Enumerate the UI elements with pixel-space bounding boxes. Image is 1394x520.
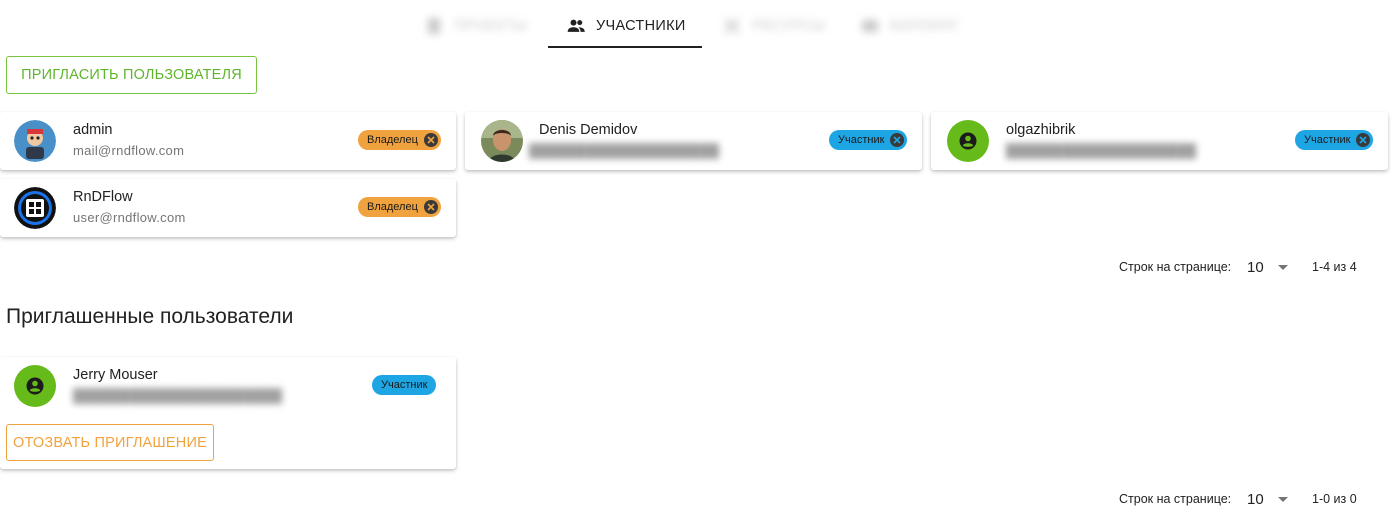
active-tab-indicator [548, 46, 702, 48]
default-user-avatar [947, 120, 989, 162]
member-name: Denis Demidov [539, 122, 638, 138]
caret-down-icon [1278, 497, 1288, 502]
rows-per-page-label: Строк на странице: [1119, 492, 1232, 506]
pagination-range: 1-0 из 0 [1312, 492, 1357, 506]
tab-billing[interactable]: Биллинг [860, 6, 960, 46]
invite-user-button[interactable]: ПРИГЛАСИТЬ ПОЛЬЗОВАТЕЛЯ [6, 56, 257, 94]
member-name: admin [73, 122, 113, 138]
role-chip-label: Участник [381, 379, 428, 391]
role-chip-owner: Владелец [358, 197, 441, 217]
tab-projects[interactable]: Проекты [424, 6, 527, 46]
rows-per-page-select[interactable]: 10 [1244, 488, 1304, 510]
role-chip-label: Владелец [367, 134, 418, 146]
member-card: olgazhibrik ████████████████████ Участни… [931, 112, 1388, 170]
member-name: RnDFlow [73, 189, 133, 205]
tab-members[interactable]: Участники [566, 6, 686, 46]
member-email: mail@rndflow.com [73, 143, 185, 158]
rows-per-page-value: 10 [1247, 259, 1264, 276]
member-name: olgazhibrik [1006, 122, 1076, 138]
remove-role-icon[interactable] [423, 200, 438, 214]
remove-role-icon[interactable] [890, 133, 905, 147]
member-card: admin mail@rndflow.com Владелец [0, 112, 456, 170]
invited-user-name: Jerry Mouser [73, 367, 158, 383]
rndflow-logo-avatar [14, 187, 56, 229]
tab-members-label: Участники [596, 18, 686, 34]
invited-section-title: Приглашенные пользователи [6, 305, 294, 328]
role-chip-label: Участник [838, 134, 885, 146]
role-chip-member: Участник [829, 130, 908, 150]
tab-resources[interactable]: Ресурсы [722, 6, 825, 46]
member-card: RnDFlow user@rndflow.com Владелец [0, 179, 456, 237]
remove-role-icon[interactable] [423, 133, 438, 147]
invited-user-email: ██████████████████████ [73, 388, 283, 403]
role-chip-label: Владелец [367, 201, 418, 213]
member-card: Denis Demidov ████████████████████ Участ… [465, 112, 922, 170]
rows-per-page-label: Строк на странице: [1119, 260, 1232, 274]
member-email: ████████████████████ [529, 143, 720, 158]
role-chip-label: Участник [1304, 134, 1351, 146]
photo-avatar [481, 120, 523, 162]
tab-resources-label: Ресурсы [752, 18, 826, 34]
resources-icon [723, 17, 741, 35]
members-pagination: Строк на странице: 10 1-4 из 4 [994, 252, 1394, 282]
tab-billing-label: Биллинг [890, 18, 960, 34]
people-icon [567, 19, 585, 32]
file-icon [428, 18, 440, 34]
role-chip-owner: Владелец [358, 130, 441, 150]
robot-avatar [14, 120, 56, 162]
billing-icon [862, 20, 878, 32]
tab-projects-label: Проекты [454, 18, 527, 34]
remove-role-icon[interactable] [1356, 133, 1371, 147]
revoke-invitation-button[interactable]: ОТОЗВАТЬ ПРИГЛАШЕНИЕ [6, 424, 214, 461]
member-email: user@rndflow.com [73, 210, 186, 225]
member-email: ████████████████████ [1006, 143, 1197, 158]
tab-bar: Проекты Участники Ресурсы Биллинг [0, 0, 1394, 48]
invited-pagination: Строк на странице: 10 1-0 из 0 [994, 484, 1394, 514]
default-user-avatar [14, 365, 56, 407]
pagination-range: 1-4 из 4 [1312, 260, 1357, 274]
role-chip-member: Участник [1295, 130, 1374, 150]
caret-down-icon [1278, 265, 1288, 270]
rows-per-page-value: 10 [1247, 491, 1264, 508]
role-chip-member: Участник [372, 375, 437, 395]
rows-per-page-select[interactable]: 10 [1244, 256, 1304, 278]
